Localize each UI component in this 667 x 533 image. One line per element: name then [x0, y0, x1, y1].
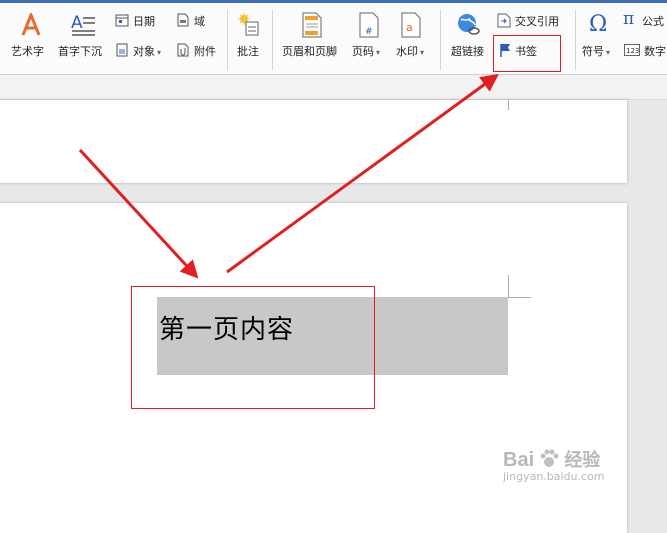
arrow-to-content	[78, 148, 199, 279]
watermark-brand: Bai	[503, 449, 535, 471]
watermark-brand-jingyan: 经验	[564, 450, 601, 471]
paw-icon	[540, 449, 559, 467]
arrow-to-bookmark	[226, 73, 499, 274]
annotation-arrows	[78, 73, 499, 279]
watermark-url: jingyan.baidu.com	[503, 470, 605, 483]
baidu-jingyan-watermark: Bai 经验 jingyan.baidu.com	[503, 446, 605, 483]
